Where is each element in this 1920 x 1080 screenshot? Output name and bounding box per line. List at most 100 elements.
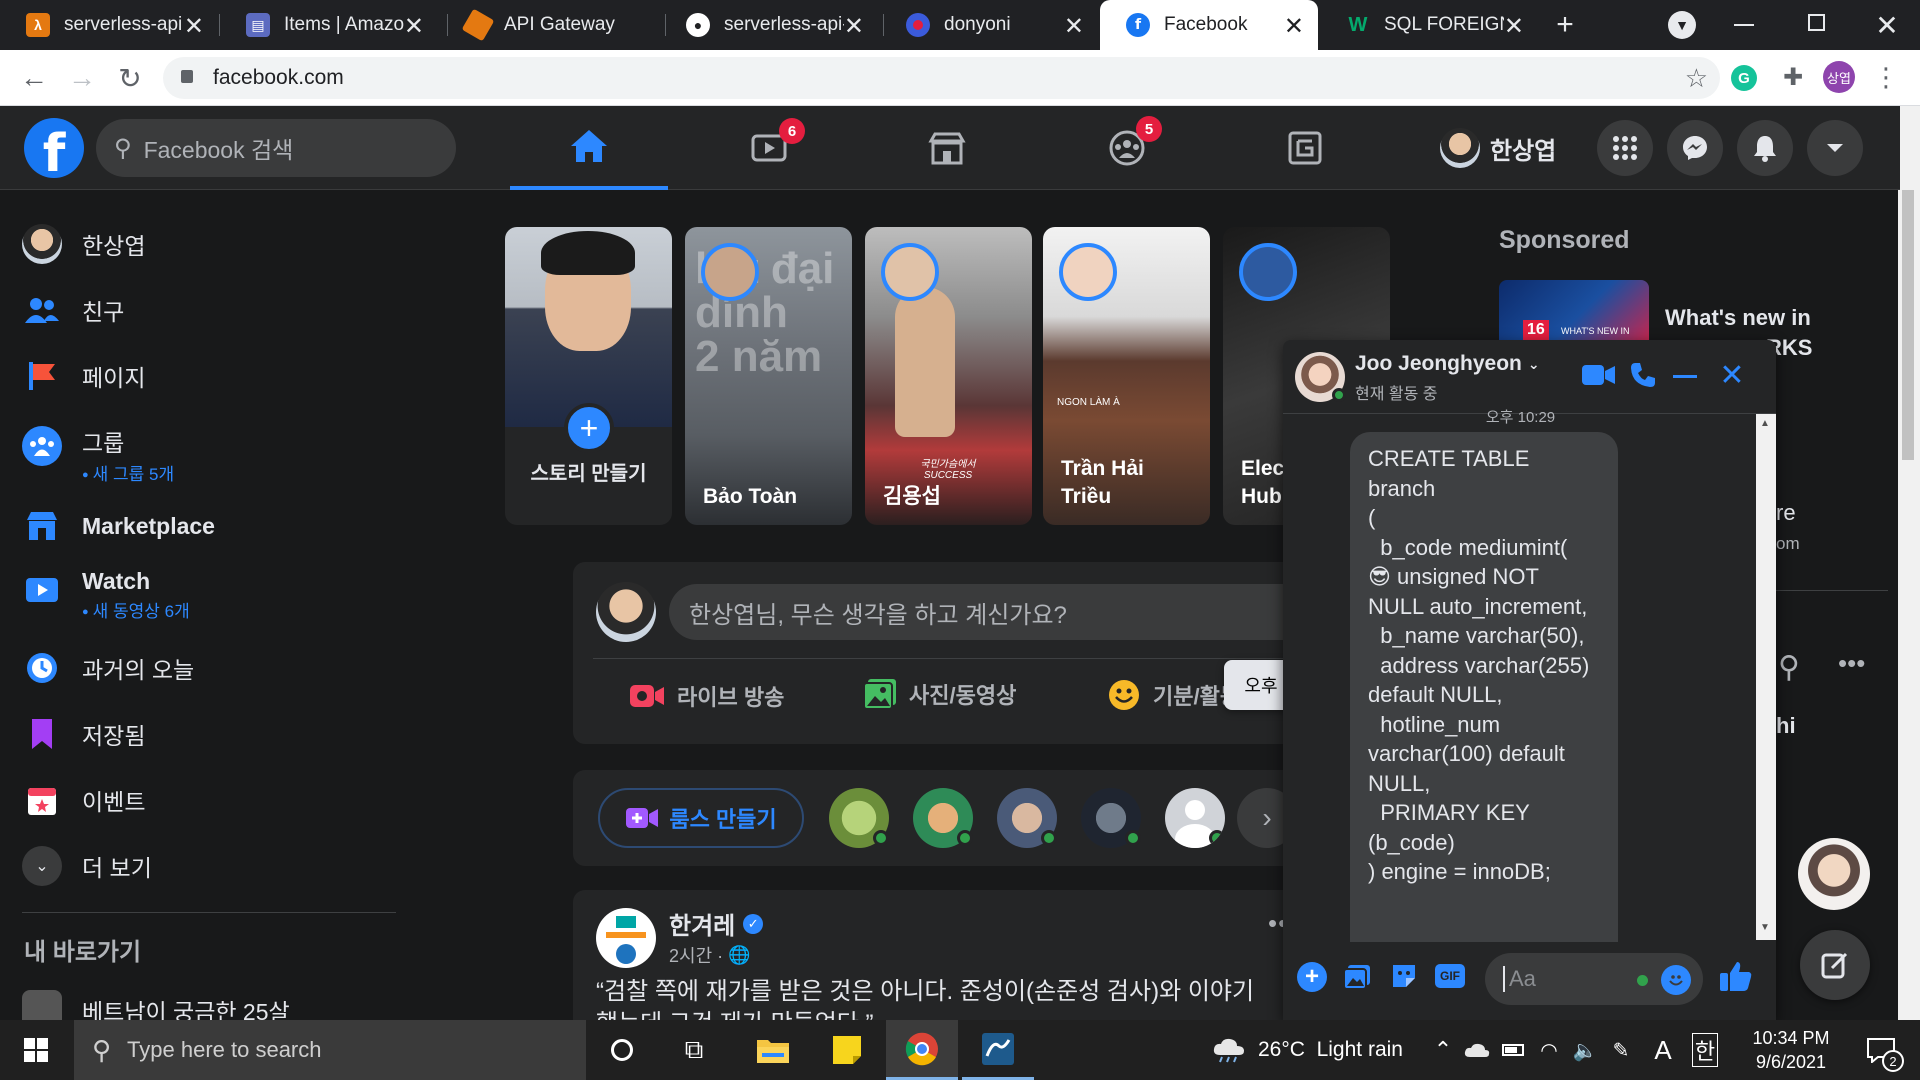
sidebar-item-groups[interactable]: 그룹새 그룹 5개 <box>22 424 174 485</box>
messenger-button[interactable] <box>1667 120 1723 176</box>
post-time[interactable]: 2시간 · <box>669 942 723 968</box>
chat-message-input[interactable]: Aa <box>1485 953 1703 1005</box>
close-tab-icon[interactable]: ✕ <box>1284 12 1304 41</box>
story-create-card[interactable]: + 스토리 만들기 <box>505 227 672 525</box>
onedrive-icon[interactable] <box>1462 1020 1492 1080</box>
cortana-button[interactable] <box>590 1020 654 1080</box>
account-menu-button[interactable] <box>1807 120 1863 176</box>
close-window-button[interactable]: ✕ <box>1870 8 1904 42</box>
sidebar-item-events[interactable]: 이벤트 <box>22 780 145 820</box>
story-card[interactable]: 국민가슴에서 SUCCESS 김용섭 <box>865 227 1032 525</box>
photo-video-button[interactable]: 사진/동영상 <box>863 678 1016 710</box>
profile-chip[interactable]: 한상엽 <box>1440 126 1556 170</box>
sidebar-item-marketplace[interactable]: Marketplace <box>22 506 215 546</box>
browser-tab[interactable]: W SQL FOREIGN ✕ <box>1320 0 1538 50</box>
chat-sticker-button[interactable] <box>1390 962 1418 995</box>
action-center-button[interactable]: 2 <box>1852 1020 1910 1080</box>
sidebar-item-watch[interactable]: Watch 새 동영상 6개 <box>22 568 190 622</box>
room-contact-avatar[interactable] <box>997 788 1057 848</box>
sidebar-item-profile[interactable]: 한상엽 <box>22 224 145 264</box>
facebook-search-input[interactable]: ⚲ Facebook 검색 <box>96 119 456 177</box>
sidebar-item-friends[interactable]: 친구 <box>22 290 124 330</box>
create-room-button[interactable]: 룸스 만들기 <box>598 788 804 848</box>
extensions-icon[interactable]: ✚ <box>1778 62 1808 92</box>
back-button[interactable]: ← <box>18 62 50 94</box>
post-author[interactable]: 한겨레 ✓ <box>669 906 764 941</box>
room-contact-avatar[interactable] <box>913 788 973 848</box>
sticky-notes-button[interactable] <box>812 1020 882 1080</box>
nav-watch-tab[interactable]: 6 <box>690 106 848 190</box>
browser-tab[interactable]: donyoni ✕ <box>880 0 1098 50</box>
nav-gaming-tab[interactable] <box>1226 106 1384 190</box>
emoji-icon[interactable] <box>1661 965 1691 995</box>
sidebar-item-memories[interactable]: 과거의 오늘 <box>22 648 194 688</box>
notifications-button[interactable] <box>1737 120 1793 176</box>
gif-icon[interactable]: GIF <box>1435 964 1465 988</box>
video-call-button[interactable] <box>1581 362 1617 393</box>
wifi-icon[interactable]: ◠ <box>1534 1020 1564 1080</box>
close-chat-button[interactable]: ✕ <box>1715 358 1749 392</box>
new-message-button[interactable] <box>1800 930 1870 1000</box>
like-button[interactable] <box>1719 960 1753 997</box>
chrome-taskbar-button[interactable] <box>886 1020 958 1080</box>
reload-button[interactable]: ↻ <box>114 62 146 94</box>
post-author-avatar[interactable] <box>596 908 656 968</box>
url-input[interactable]: facebook.com ☆ <box>163 57 1720 99</box>
story-card[interactable]: NGON LÀM À Trần Hải Triều <box>1043 227 1210 525</box>
story-card[interactable]: kết đại dính 2 năm Bảo Toàn <box>685 227 852 525</box>
browser-tab[interactable]: API Gateway <box>440 0 658 50</box>
menu-kebab-icon[interactable]: ⋮ <box>1873 62 1899 92</box>
ime-mode-indicator[interactable]: 한 <box>1690 1020 1720 1080</box>
audio-call-button[interactable] <box>1629 361 1657 394</box>
sponsored-title-text[interactable]: What's new in <box>1665 305 1811 331</box>
nav-groups-tab[interactable]: 5 <box>1048 106 1206 190</box>
tab-search-button[interactable]: ▼ <box>1668 11 1696 39</box>
chat-message-bubble[interactable]: CREATE TABLE branch ( b_code mediumint( … <box>1350 432 1618 942</box>
page-scrollbar[interactable] <box>1898 106 1920 1020</box>
show-hidden-icons-button[interactable]: ⌃ <box>1428 1020 1458 1080</box>
browser-tab[interactable]: ● serverless-api-t ✕ <box>660 0 878 50</box>
chat-photo-button[interactable] <box>1343 964 1371 995</box>
browser-tab[interactable]: ▤ Items | Amazon ✕ <box>220 0 438 50</box>
chat-contact-avatar[interactable] <box>1295 352 1346 402</box>
profile-avatar[interactable]: 상엽 <box>1823 61 1855 93</box>
minimize-chat-button[interactable] <box>1673 375 1697 378</box>
close-tab-icon[interactable]: ✕ <box>1064 12 1084 41</box>
forward-button[interactable]: → <box>66 62 98 94</box>
volume-icon[interactable]: 🔈 <box>1570 1020 1600 1080</box>
chat-scrollbar[interactable]: ▲ ▼ <box>1756 414 1776 940</box>
close-tab-icon[interactable]: ✕ <box>1504 12 1524 41</box>
grammarly-icon[interactable]: G <box>1731 65 1757 91</box>
close-tab-icon[interactable]: ✕ <box>184 12 204 41</box>
nav-marketplace-tab[interactable] <box>868 106 1026 190</box>
chat-more-actions-icon[interactable]: + <box>1297 962 1327 992</box>
close-tab-icon[interactable]: ✕ <box>404 12 424 41</box>
clock[interactable]: 10:34 PM 9/6/2021 <box>1736 1026 1846 1074</box>
pen-icon[interactable]: ✎ <box>1606 1020 1636 1080</box>
menu-grid-button[interactable] <box>1597 120 1653 176</box>
bookmark-star-icon[interactable]: ☆ <box>1685 57 1708 99</box>
restore-button[interactable] <box>1808 14 1825 31</box>
room-contact-avatar[interactable] <box>1081 788 1141 848</box>
input-indicator[interactable]: A <box>1648 1020 1678 1080</box>
room-contact-avatar[interactable] <box>1165 788 1225 848</box>
file-explorer-button[interactable] <box>738 1020 808 1080</box>
chat-contact-name-button[interactable]: Joo Jeonghyeon ⌄ <box>1355 352 1540 376</box>
start-button[interactable] <box>0 1020 72 1080</box>
composer-input[interactable]: 한상엽님, 무슨 생각을 하고 계신가요? <box>669 584 1283 640</box>
room-contact-avatar[interactable] <box>829 788 889 848</box>
shortcut-item[interactable]: 베트남이 궁금한 25살 <box>22 990 290 1020</box>
browser-tab-active[interactable]: f Facebook ✕ <box>1100 0 1318 50</box>
battery-icon[interactable] <box>1498 1020 1528 1080</box>
browser-tab[interactable]: λ serverless-api ✕ <box>0 0 218 50</box>
chat-head-avatar[interactable] <box>1798 838 1870 910</box>
contacts-options-icon[interactable]: ••• <box>1838 648 1865 679</box>
sidebar-item-see-more[interactable]: ⌄ 더 보기 <box>22 846 152 886</box>
contacts-search-icon[interactable]: ⚲ <box>1778 650 1800 685</box>
nav-home-tab[interactable] <box>510 106 668 190</box>
mysql-workbench-button[interactable] <box>962 1020 1034 1080</box>
new-tab-button[interactable]: + <box>1548 8 1582 42</box>
taskbar-search-input[interactable]: ⚲ Type here to search <box>74 1020 586 1080</box>
task-view-button[interactable]: ⧉ <box>662 1020 726 1080</box>
sidebar-item-saved[interactable]: 저장됨 <box>22 714 145 754</box>
